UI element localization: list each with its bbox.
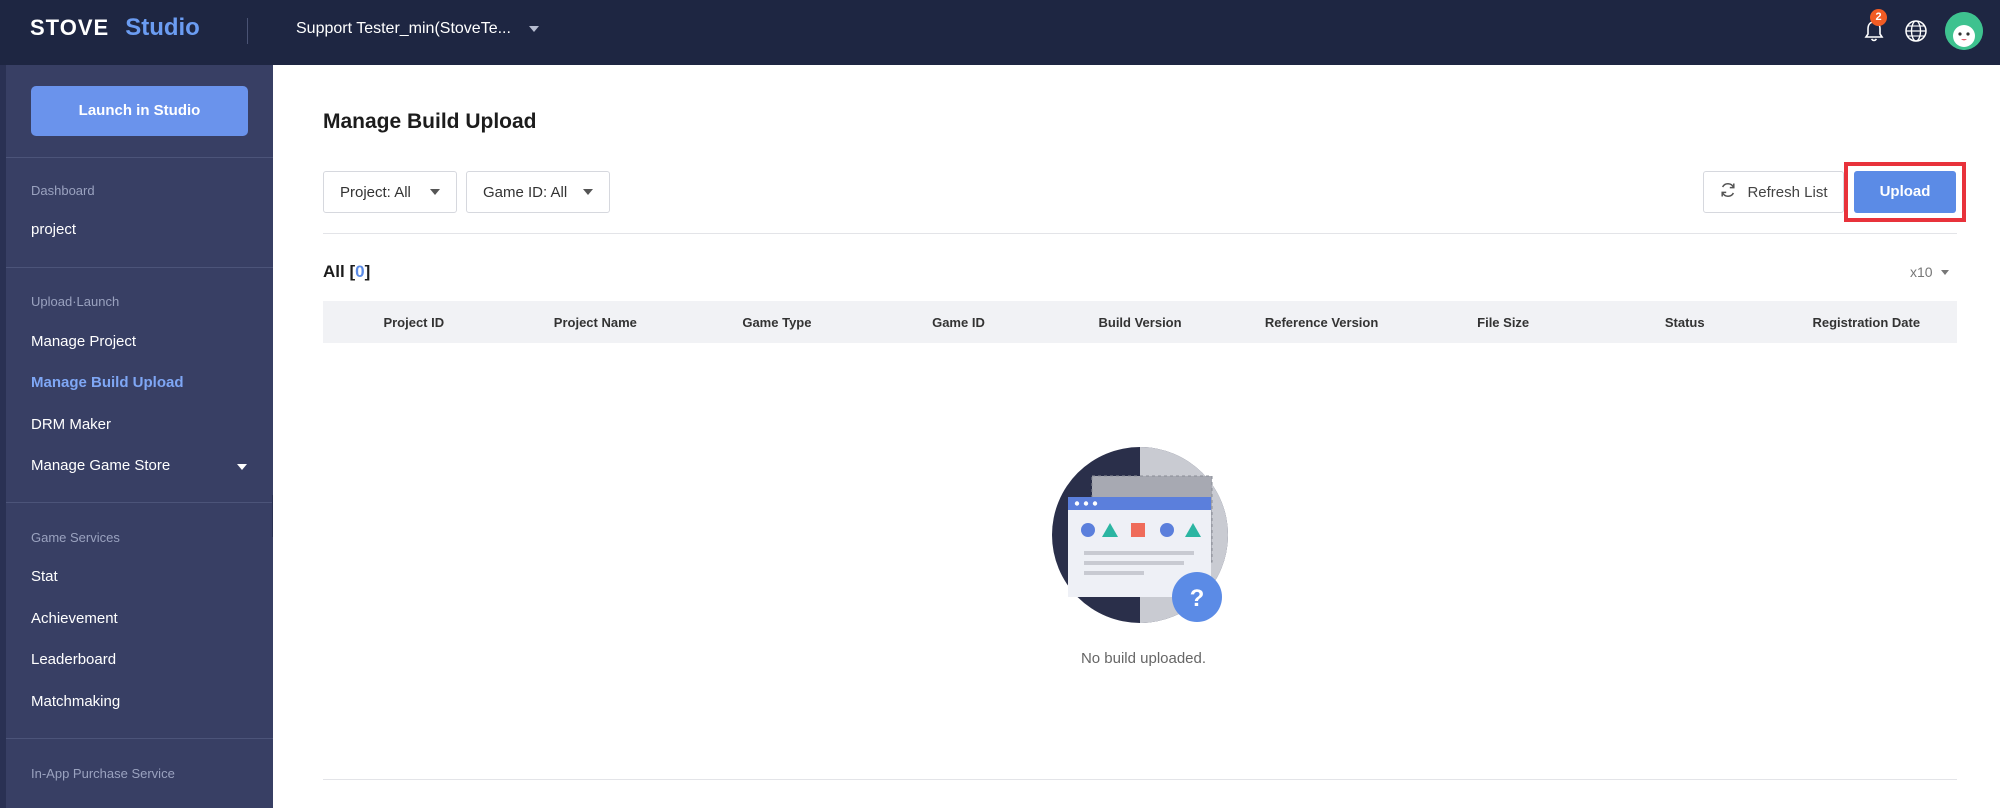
sidebar-divider (6, 267, 273, 268)
sidebar-item-achievement[interactable]: Achievement (31, 610, 251, 627)
brand-studio: Studio (125, 14, 200, 41)
sidebar-section-game-services: Game Services (31, 530, 120, 545)
column-header-file-size[interactable]: File Size (1412, 315, 1594, 330)
user-avatar[interactable] (1945, 12, 1983, 50)
upload-button[interactable]: Upload (1854, 171, 1956, 213)
sidebar-divider (6, 157, 273, 158)
refresh-list-button[interactable]: Refresh List (1703, 171, 1844, 213)
globe-icon[interactable] (1902, 17, 1930, 45)
column-header-project-id[interactable]: Project ID (323, 315, 505, 330)
column-header-build-version[interactable]: Build Version (1049, 315, 1231, 330)
sidebar-section-upload-launch: Upload·Launch (31, 294, 120, 309)
per-page-value: x10 (1910, 264, 1933, 280)
brand-logo[interactable]: STOVE Studio (30, 14, 200, 48)
game-id-filter-label: Game ID: All (483, 183, 568, 201)
column-header-game-id[interactable]: Game ID (868, 315, 1050, 330)
table-header: Project ID Project Name Game Type Game I… (323, 301, 1957, 343)
project-filter-dropdown[interactable]: Project: All (323, 171, 457, 213)
toolbar-divider (323, 233, 1957, 234)
sidebar: Launch in Studio Dashboard project Uploa… (6, 65, 273, 808)
top-bar: STOVE Studio Support Tester_min(StoveTe.… (0, 0, 2000, 65)
sidebar-item-leaderboard[interactable]: Leaderboard (31, 651, 251, 668)
chevron-down-icon (430, 189, 440, 195)
sidebar-item-matchmaking[interactable]: Matchmaking (31, 693, 251, 710)
count-bracket-close: ] (364, 262, 371, 281)
sidebar-item-manage-build-upload[interactable]: Manage Build Upload (31, 374, 251, 391)
build-count: All [0] (323, 262, 370, 282)
empty-state-illustration: ? (1052, 446, 1242, 626)
launch-in-studio-button[interactable]: Launch in Studio (31, 86, 248, 136)
chevron-down-icon (583, 189, 593, 195)
sidebar-divider (6, 502, 273, 503)
chevron-down-icon (237, 464, 247, 470)
sidebar-item-drm-maker[interactable]: DRM Maker (31, 416, 251, 433)
column-header-reference-version[interactable]: Reference Version (1231, 315, 1413, 330)
organization-selector[interactable]: Support Tester_min(StoveTe... (296, 20, 539, 38)
count-value: 0 (355, 262, 365, 281)
brand-stove: STOVE (30, 15, 110, 40)
empty-state-message: No build uploaded. (1080, 650, 1207, 667)
sidebar-item-project[interactable]: project (31, 221, 251, 238)
sidebar-section-dashboard: Dashboard (31, 183, 95, 198)
sidebar-item-manage-game-store[interactable]: Manage Game Store (31, 457, 251, 474)
column-header-game-type[interactable]: Game Type (686, 315, 868, 330)
sidebar-divider (6, 738, 273, 739)
sidebar-item-manage-project[interactable]: Manage Project (31, 333, 251, 350)
notification-badge: 2 (1870, 9, 1887, 26)
column-header-registration-date[interactable]: Registration Date (1776, 315, 1958, 330)
game-id-filter-dropdown[interactable]: Game ID: All (466, 171, 610, 213)
column-header-status[interactable]: Status (1594, 315, 1776, 330)
chevron-down-icon (528, 26, 539, 32)
sidebar-item-stat[interactable]: Stat (31, 568, 251, 585)
column-header-project-name[interactable]: Project Name (505, 315, 687, 330)
top-divider (247, 18, 248, 44)
per-page-selector[interactable]: x10 (1910, 264, 1949, 280)
organization-name: Support Tester_min(StoveTe... (296, 20, 511, 37)
refresh-list-label: Refresh List (1747, 183, 1828, 201)
chevron-down-icon (1940, 269, 1949, 275)
svg-text:?: ? (1190, 585, 1205, 612)
sidebar-section-in-app-purchase: In-App Purchase Service (31, 766, 175, 781)
sidebar-item-label: Manage Game Store (31, 457, 171, 474)
page-title: Manage Build Upload (323, 110, 537, 133)
main-content: Manage Build Upload Project: All Game ID… (273, 65, 2000, 808)
count-label: All (323, 262, 345, 281)
bottom-divider (323, 779, 1957, 780)
project-filter-label: Project: All (340, 183, 411, 201)
refresh-icon (1719, 181, 1737, 203)
